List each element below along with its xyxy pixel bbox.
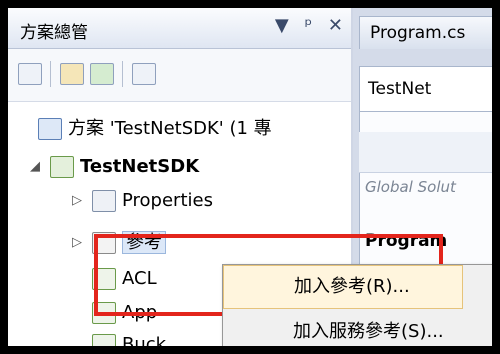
tree-item-bucket[interactable]: Buck (92, 330, 166, 346)
solution-explorer-title: 方案總管 (20, 23, 88, 43)
toolbar-separator (122, 61, 123, 87)
tree-item-solution[interactable]: 方案 'TestNetSDK' (1 專 (38, 114, 272, 144)
solution-explorer-titlebar: 方案總管 ▼ ᵖ ✕ (8, 8, 351, 49)
menu-item-add-reference[interactable]: 加入參考(R)... (223, 265, 463, 309)
dropdown-icon[interactable]: ▼ (275, 15, 289, 36)
refresh-icon[interactable] (90, 63, 114, 85)
csharp-file-icon (92, 334, 116, 346)
expanded-arrow-icon[interactable]: ◢ (30, 152, 40, 182)
tree-item-properties[interactable]: ▷ Properties (72, 186, 213, 216)
solution-icon (38, 118, 62, 140)
csharp-project-icon (50, 156, 74, 178)
show-all-files-icon[interactable] (60, 63, 84, 85)
collapsed-arrow-icon[interactable]: ▷ (72, 186, 82, 216)
global-solution-text: Global Solut (365, 178, 456, 196)
menu-item-add-service-reference[interactable]: 加入服務參考(S)... (293, 317, 444, 343)
close-icon[interactable]: ✕ (328, 15, 343, 36)
context-menu: 加入參考(R)... 加入服務參考(S)... (222, 264, 492, 346)
editor-subtabs (359, 132, 492, 173)
view-code-icon[interactable] (132, 63, 156, 85)
solution-label: 方案 'TestNetSDK' (1 專 (68, 118, 272, 139)
solution-explorer-toolbar (8, 49, 351, 102)
properties-icon[interactable] (18, 63, 42, 85)
tab-program-cs[interactable]: Program.cs (359, 16, 492, 49)
project-label: TestNetSDK (80, 156, 200, 177)
collapsed-arrow-icon[interactable]: ▷ (72, 228, 82, 258)
properties-label: Properties (122, 190, 213, 211)
pin-icon[interactable]: ᵖ (304, 15, 312, 36)
screen: 方案總管 ▼ ᵖ ✕ 方案 'TestNetSDK' (1 專 ◢ TestNe… (8, 8, 492, 346)
testnet-dropdown[interactable]: TestNet (359, 66, 492, 112)
titlebar-controls: ▼ ᵖ ✕ (265, 15, 343, 36)
tree-item-project[interactable]: ◢ TestNetSDK (30, 152, 200, 182)
toolbar-separator (50, 61, 51, 87)
bucket-label: Buck (122, 334, 167, 346)
properties-folder-icon (92, 190, 116, 212)
